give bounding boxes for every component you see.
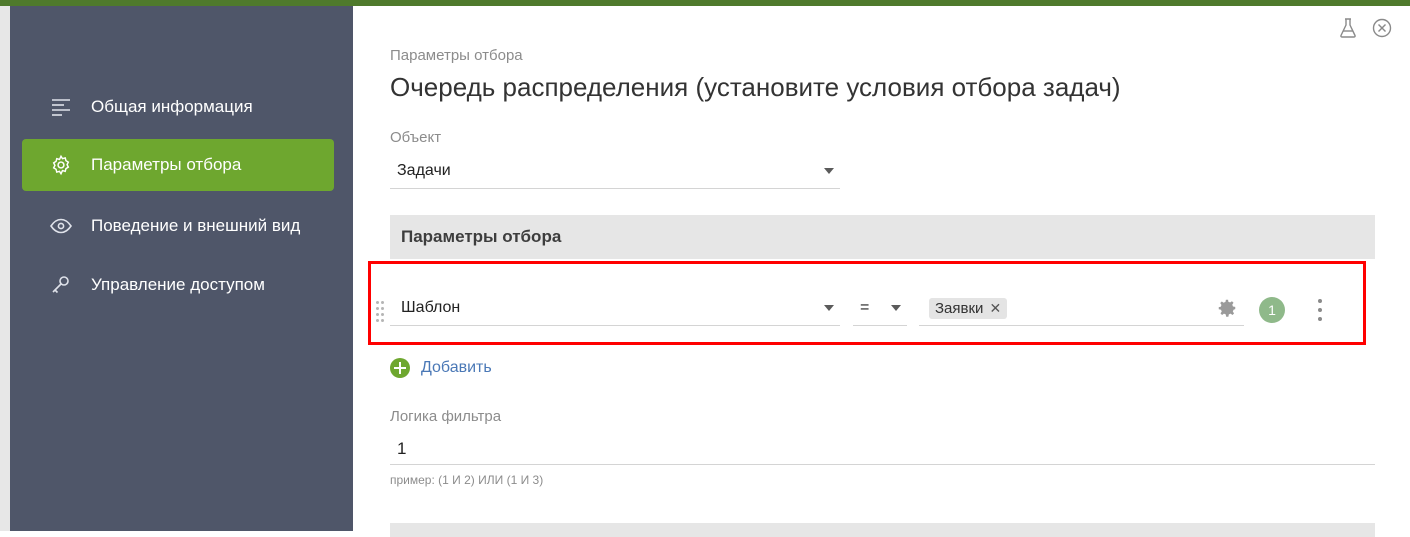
add-condition-label: Добавить	[421, 359, 492, 376]
sidebar-item-behavior[interactable]: Поведение и внешний вид	[22, 200, 334, 252]
sidebar-item-label: Управление доступом	[91, 275, 265, 294]
filter-section-header: Параметры отбора	[390, 215, 1375, 259]
more-vertical-icon[interactable]	[1313, 298, 1327, 322]
next-section-header	[390, 523, 1375, 537]
filter-logic-label: Логика фильтра	[390, 408, 502, 425]
sidebar-item-filter-params[interactable]: Параметры отбора	[22, 139, 334, 191]
tag-chip[interactable]: Заявки ✕	[929, 297, 1008, 319]
flask-icon[interactable]	[1338, 18, 1358, 38]
section-title: Параметры отбора	[401, 227, 562, 246]
gear-icon	[50, 154, 72, 176]
object-select-value: Задачи	[397, 162, 451, 179]
sidebar-item-access[interactable]: Управление доступом	[22, 259, 334, 311]
condition-field-select[interactable]: Шаблон	[390, 291, 840, 326]
close-circle-icon[interactable]	[1372, 18, 1392, 38]
tag-label: Заявки	[935, 299, 984, 317]
gear-icon[interactable]	[1216, 297, 1238, 319]
filter-logic-input[interactable]	[390, 433, 1375, 465]
panel-actions	[1338, 18, 1392, 38]
chevron-down-icon	[824, 168, 834, 174]
sidebar-item-label: Параметры отбора	[91, 155, 242, 174]
sidebar-item-general-info[interactable]: Общая информация	[22, 81, 334, 133]
sidebar-item-label: Общая информация	[91, 97, 253, 116]
filter-logic-hint: пример: (1 И 2) ИЛИ (1 И 3)	[390, 473, 544, 487]
add-circle-icon	[390, 358, 410, 378]
object-select[interactable]: Задачи	[390, 154, 840, 189]
backdrop	[0, 6, 10, 531]
breadcrumb: Параметры отбора	[390, 47, 523, 64]
operator-value: =	[860, 299, 870, 316]
key-icon	[50, 274, 72, 296]
condition-number-badge: 1	[1259, 297, 1285, 323]
condition-value-input[interactable]: Заявки ✕	[919, 291, 1244, 326]
sidebar: Общая информация Параметры отбора Поведе…	[10, 6, 353, 531]
condition-field-value: Шаблон	[401, 299, 461, 316]
eye-icon	[50, 215, 72, 237]
chevron-down-icon	[824, 305, 834, 311]
sidebar-item-label: Поведение и внешний вид	[91, 216, 301, 235]
operator-select[interactable]: =	[853, 291, 907, 326]
main-panel: Параметры отбора Очередь распределения (…	[353, 6, 1410, 537]
page-title: Очередь распределения (установите услови…	[390, 72, 1121, 102]
object-label: Объект	[390, 129, 442, 146]
list-lines-icon	[50, 96, 72, 118]
remove-tag-icon[interactable]: ✕	[989, 300, 1001, 317]
chevron-down-icon	[891, 305, 901, 311]
add-condition-button[interactable]: Добавить	[390, 358, 492, 378]
drag-handle-icon[interactable]	[376, 301, 386, 322]
